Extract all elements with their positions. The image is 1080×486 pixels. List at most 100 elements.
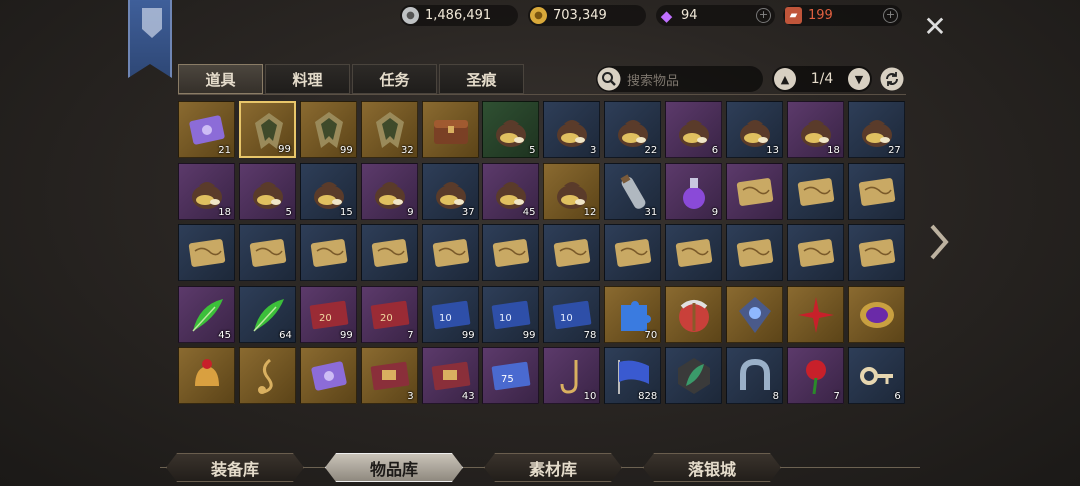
inventory-slot[interactable]: 3 xyxy=(360,347,418,404)
inventory-slot[interactable]: 18 xyxy=(786,101,844,158)
inventory-slot[interactable] xyxy=(543,224,601,281)
next-page-button[interactable]: ▼ xyxy=(848,68,870,90)
inventory-slot[interactable]: 10 99 xyxy=(421,285,479,343)
guild-banner xyxy=(128,0,172,78)
inventory-slot[interactable] xyxy=(482,224,540,281)
inventory-slot[interactable]: 5 xyxy=(482,101,540,158)
inventory-slot[interactable]: 22 xyxy=(604,101,662,158)
prev-page-button[interactable]: ▲ xyxy=(774,68,796,90)
tab-silver-city[interactable]: 落银城 xyxy=(643,453,781,482)
banner-crest-icon xyxy=(142,8,162,38)
item-count: 828 xyxy=(638,391,658,402)
inventory-slot[interactable] xyxy=(786,162,844,220)
gem-currency: ◆ 94 + xyxy=(656,5,775,26)
tab-equipment-storage[interactable]: 装备库 xyxy=(166,453,304,482)
inventory-slot[interactable] xyxy=(665,347,723,404)
svg-text:10: 10 xyxy=(560,313,573,324)
inventory-slot[interactable] xyxy=(786,224,844,281)
inventory-slot[interactable]: 45 xyxy=(482,162,540,220)
amulet-icon xyxy=(859,301,894,328)
inventory-slot[interactable]: 9 xyxy=(665,162,723,220)
inventory-slot[interactable]: 6 xyxy=(665,101,723,158)
inventory-slot[interactable]: 20 99 xyxy=(299,285,357,343)
inventory-slot[interactable]: 27 xyxy=(847,101,905,158)
inventory-slot[interactable] xyxy=(299,347,357,404)
inventory-slot[interactable]: 32 xyxy=(360,101,418,158)
inventory-slot[interactable] xyxy=(421,101,479,158)
diamond-icon: ◆ xyxy=(660,6,673,25)
horseshoe-icon xyxy=(740,358,771,390)
potion-icon xyxy=(683,177,706,209)
inventory-slot[interactable]: 15 xyxy=(299,162,357,220)
inventory-slot[interactable] xyxy=(238,224,296,281)
add-ticket-button[interactable]: + xyxy=(883,8,898,23)
inventory-slot[interactable]: 7 xyxy=(786,347,844,404)
item-count: 3 xyxy=(589,145,597,156)
inventory-slot[interactable]: 43 xyxy=(421,347,479,404)
tab-stigmata[interactable]: 圣痕 xyxy=(439,64,524,94)
item-count: 31 xyxy=(644,206,658,218)
tab-item-storage[interactable]: 物品库 xyxy=(325,453,463,482)
tab-items[interactable]: 道具 xyxy=(178,64,263,94)
inventory-slot[interactable]: 828 xyxy=(604,347,662,404)
inventory-slot[interactable]: 3 xyxy=(543,101,601,158)
inventory-slot[interactable]: 99 xyxy=(299,101,357,158)
inventory-slot[interactable]: 64 xyxy=(238,285,296,343)
inventory-slot[interactable]: 21 xyxy=(178,101,235,158)
item-count: 78 xyxy=(583,329,597,341)
inventory-slot[interactable]: 37 xyxy=(421,162,479,220)
inventory-slot[interactable] xyxy=(847,224,905,281)
item-count: 37 xyxy=(461,206,475,218)
key-icon xyxy=(859,367,893,385)
inventory-slot[interactable]: 10 xyxy=(543,347,601,404)
inventory-slot[interactable] xyxy=(238,347,296,404)
next-page-arrow[interactable] xyxy=(928,222,950,262)
silver-amount: 1,486,491 xyxy=(425,8,492,23)
inventory-slot[interactable]: 75 xyxy=(482,347,540,404)
money-bag-icon xyxy=(496,120,527,147)
inventory-slot[interactable]: 9 xyxy=(360,162,418,220)
inventory-slot[interactable] xyxy=(360,224,418,281)
inventory-slot[interactable]: 31 xyxy=(604,162,662,220)
inventory-slot[interactable] xyxy=(665,285,723,343)
inventory-slot[interactable] xyxy=(604,224,662,281)
item-count: 27 xyxy=(888,145,901,156)
item-count: 99 xyxy=(278,144,291,155)
inventory-slot[interactable] xyxy=(299,224,357,281)
tab-cooking[interactable]: 料理 xyxy=(265,64,350,94)
inventory-slot[interactable] xyxy=(786,285,844,343)
inventory-slot[interactable] xyxy=(178,347,235,404)
inventory-slot[interactable]: 20 7 xyxy=(360,285,418,343)
inventory-slot[interactable]: 12 xyxy=(543,162,601,220)
coupon-20-icon: 20 xyxy=(370,300,409,329)
inventory-slot[interactable] xyxy=(726,162,784,220)
close-button[interactable]: ✕ xyxy=(922,13,948,41)
inventory-slot[interactable]: 45 xyxy=(178,285,235,343)
search-box[interactable]: 搜索物品 xyxy=(596,66,763,92)
map-scroll-icon xyxy=(736,177,774,206)
item-count: 99 xyxy=(522,329,536,341)
inventory-slot[interactable]: 5 xyxy=(238,162,296,220)
inventory-slot[interactable]: 99 xyxy=(238,101,296,158)
inventory-slot[interactable] xyxy=(178,224,235,281)
tab-material-storage[interactable]: 素材库 xyxy=(484,453,622,482)
chevron-up-icon: ▲ xyxy=(780,72,790,86)
inventory-slot[interactable]: 70 xyxy=(604,285,662,343)
tab-quest[interactable]: 任务 xyxy=(352,64,437,94)
gem-amount: 94 xyxy=(681,8,698,23)
inventory-slot[interactable]: 13 xyxy=(726,101,784,158)
inventory-slot[interactable]: 18 xyxy=(178,162,235,220)
search-input[interactable]: 搜索物品 xyxy=(627,70,679,89)
inventory-slot[interactable] xyxy=(847,285,905,343)
inventory-slot[interactable]: 10 78 xyxy=(543,285,601,343)
inventory-slot[interactable]: 6 xyxy=(847,347,905,404)
sort-refresh-button[interactable] xyxy=(880,67,904,91)
inventory-slot[interactable] xyxy=(421,224,479,281)
inventory-slot[interactable] xyxy=(665,224,723,281)
add-gem-button[interactable]: + xyxy=(756,8,771,23)
inventory-slot[interactable]: 10 99 xyxy=(482,285,540,343)
inventory-slot[interactable]: 8 xyxy=(726,347,784,404)
inventory-slot[interactable] xyxy=(726,224,784,281)
inventory-slot[interactable] xyxy=(847,162,905,220)
inventory-slot[interactable] xyxy=(726,285,784,343)
